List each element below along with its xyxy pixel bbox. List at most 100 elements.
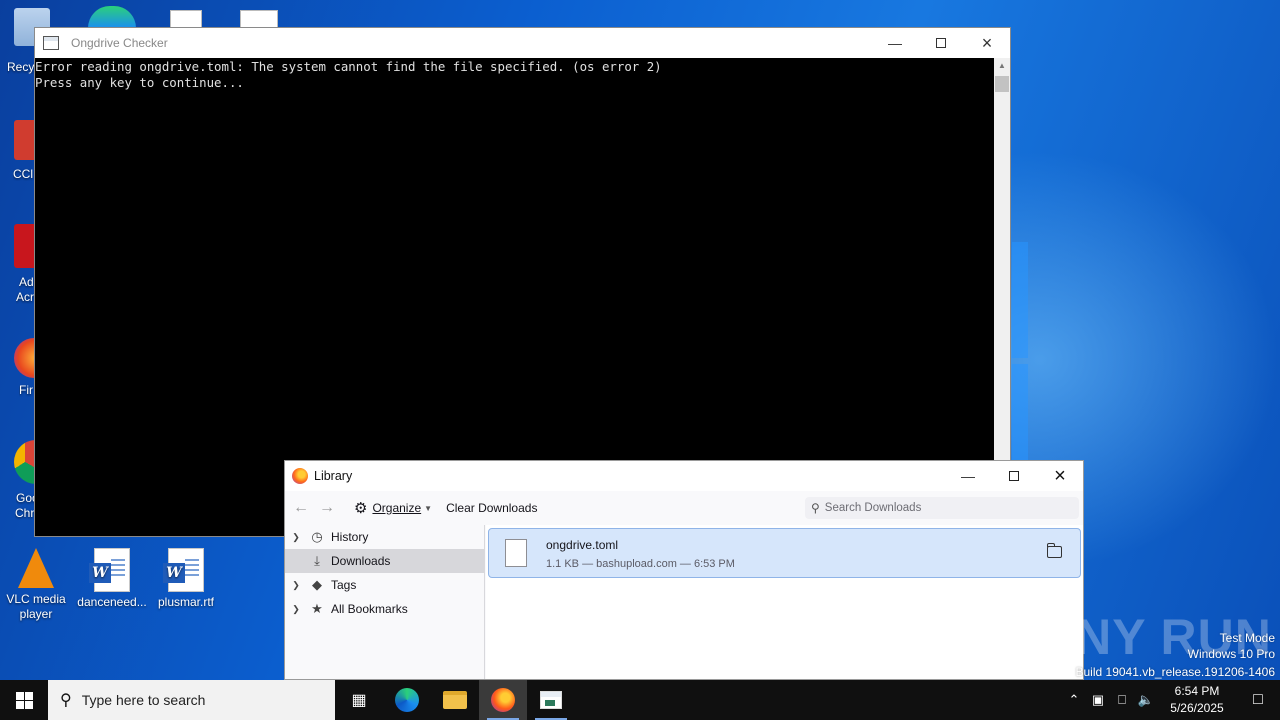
volume-icon[interactable]: 🔈 [1134, 692, 1158, 708]
library-window[interactable]: Library — × ← → ⚙ Organize ▼ Clear Downl… [284, 460, 1084, 680]
desktop-icon-plusmar[interactable]: W plusmar.rtf [150, 548, 222, 610]
taskbar-explorer-button[interactable] [431, 680, 479, 720]
desktop-icon-label: plusmar.rtf [157, 595, 214, 609]
task-view-button[interactable]: ▦ [335, 680, 383, 720]
minimize-button[interactable]: — [872, 28, 918, 58]
taskbar-console-button[interactable] [527, 680, 575, 720]
star-icon: ★ [311, 601, 323, 616]
organize-label: Organize [372, 501, 422, 515]
sidebar-item-label: Downloads [331, 554, 391, 568]
library-sidebar: ❯ ◷ History ⤓ Downloads ❯ ◆ Tags ❯ ★ All… [285, 525, 485, 679]
clear-downloads-button[interactable]: Clear Downloads [446, 501, 537, 515]
firefox-icon [491, 688, 515, 712]
desktop-icon-acrobat[interactable] [14, 224, 36, 268]
edge-icon [395, 688, 419, 712]
sidebar-item-history[interactable]: ❯ ◷ History [285, 525, 484, 549]
console-app-icon [43, 36, 59, 50]
folder-icon[interactable] [1046, 543, 1062, 558]
close-button[interactable]: × [964, 28, 1010, 58]
download-item[interactable]: ongdrive.toml 1.1 KB — bashupload.com — … [488, 528, 1081, 578]
sidebar-item-downloads[interactable]: ⤓ Downloads [285, 549, 484, 573]
library-title: Library [314, 469, 353, 483]
vlc-cone-icon [18, 548, 54, 588]
console-titlebar[interactable]: Ongdrive Checker — × [35, 28, 1010, 58]
minimize-icon: — [888, 35, 902, 51]
minimize-icon: — [961, 468, 975, 484]
desktop-icon-document[interactable] [170, 10, 202, 28]
search-downloads-input[interactable]: ⚲ Search Downloads [805, 497, 1079, 519]
sidebar-item-label: Tags [331, 578, 357, 592]
taskbar-firefox-button[interactable] [479, 680, 527, 720]
clock-icon: ◷ [311, 529, 323, 544]
wallpaper-logo-pane [1012, 364, 1028, 460]
file-icon [505, 539, 527, 567]
word-document-icon: W [89, 548, 130, 592]
word-document-icon: W [163, 548, 204, 592]
library-titlebar[interactable]: Library — × [285, 461, 1083, 491]
firefox-icon [292, 468, 308, 484]
chevron-down-icon: ▼ [424, 503, 433, 513]
sidebar-item-all-bookmarks[interactable]: ❯ ★ All Bookmarks [285, 597, 484, 621]
taskbar-clock[interactable]: 6:54 PM 5/26/2025 [1158, 683, 1236, 717]
desktop-icon-label: danceneed... [77, 595, 147, 609]
clock-date: 5/26/2025 [1170, 701, 1224, 715]
watermark-line: Build 19041.vb_release.191206-1406 [1075, 665, 1276, 679]
scroll-up-icon[interactable]: ▲ [994, 58, 1010, 74]
system-tray: ⌃ ▣ ⎕ 🔈 6:54 PM 5/26/2025 □ [1062, 680, 1280, 720]
desktop-icon-label: VLC media [6, 592, 66, 606]
desktop-icon-word[interactable] [240, 10, 278, 28]
forward-arrow-icon[interactable]: → [314, 499, 340, 517]
gear-icon: ⚙ [354, 500, 368, 517]
chevron-right-icon[interactable]: ❯ [285, 604, 307, 615]
chevron-right-icon[interactable]: ❯ [285, 532, 307, 543]
wallpaper-logo-pane [1012, 242, 1028, 358]
console-app-icon [540, 691, 562, 709]
close-icon: × [1054, 464, 1066, 487]
start-button[interactable] [0, 680, 48, 720]
search-icon: ⚲ [60, 692, 72, 709]
sidebar-item-tags[interactable]: ❯ ◆ Tags [285, 573, 484, 597]
desktop-icon-firefox[interactable] [14, 338, 36, 378]
back-arrow-icon[interactable]: ← [288, 499, 314, 517]
download-icon: ⤓ [314, 553, 320, 568]
download-meta: 1.1 KB — bashupload.com — 6:53 PM [546, 558, 735, 570]
desktop-icon-vlc[interactable]: VLC media player [0, 548, 72, 622]
chevron-right-icon[interactable]: ❯ [285, 580, 307, 591]
desktop-icon-label: player [19, 607, 53, 621]
download-filename: ongdrive.toml [546, 538, 619, 552]
console-line: Error reading ongdrive.toml: The system … [35, 59, 662, 74]
task-view-icon: ▦ [351, 692, 367, 709]
desktop-icon-chrome[interactable] [14, 440, 36, 484]
maximize-button[interactable] [991, 461, 1037, 491]
windows-logo-icon [15, 691, 33, 709]
console-title: Ongdrive Checker [71, 36, 168, 50]
search-icon: ⚲ [811, 501, 820, 515]
desktop-icon-edge[interactable] [88, 6, 136, 28]
network-icon[interactable]: ⎕ [1110, 692, 1134, 708]
console-line: Press any key to continue... [35, 75, 244, 90]
search-placeholder: Search Downloads [824, 502, 922, 514]
meet-now-icon[interactable]: ▣ [1086, 692, 1110, 708]
taskbar-edge-button[interactable] [383, 680, 431, 720]
maximize-button[interactable] [918, 28, 964, 58]
downloads-list[interactable]: ongdrive.toml 1.1 KB — bashupload.com — … [486, 525, 1083, 679]
clock-time: 6:54 PM [1174, 684, 1220, 698]
desktop-icon-ccleaner[interactable] [14, 120, 36, 160]
organize-menu-button[interactable]: ⚙ Organize ▼ [354, 499, 432, 517]
close-button[interactable]: × [1037, 461, 1083, 491]
folder-icon [443, 691, 467, 709]
taskbar: ⚲ Type here to search ▦ ⌃ ▣ ⎕ 🔈 6:54 PM … [0, 680, 1280, 720]
notification-center-icon[interactable]: □ [1236, 691, 1280, 709]
watermark-line: Windows 10 Pro [1187, 647, 1275, 661]
maximize-icon [1009, 471, 1019, 481]
taskbar-search-box[interactable]: ⚲ Type here to search [48, 680, 335, 720]
sidebar-item-label: History [331, 530, 369, 544]
tag-icon: ◆ [312, 577, 322, 592]
chevron-up-icon[interactable]: ⌃ [1062, 692, 1086, 708]
watermark-line: Test Mode [1219, 631, 1275, 645]
desktop-icon-danceneed[interactable]: W danceneed... [76, 548, 148, 610]
maximize-icon [936, 38, 946, 48]
close-icon: × [981, 32, 993, 53]
scrollbar-thumb[interactable] [995, 76, 1009, 92]
minimize-button[interactable]: — [945, 461, 991, 491]
